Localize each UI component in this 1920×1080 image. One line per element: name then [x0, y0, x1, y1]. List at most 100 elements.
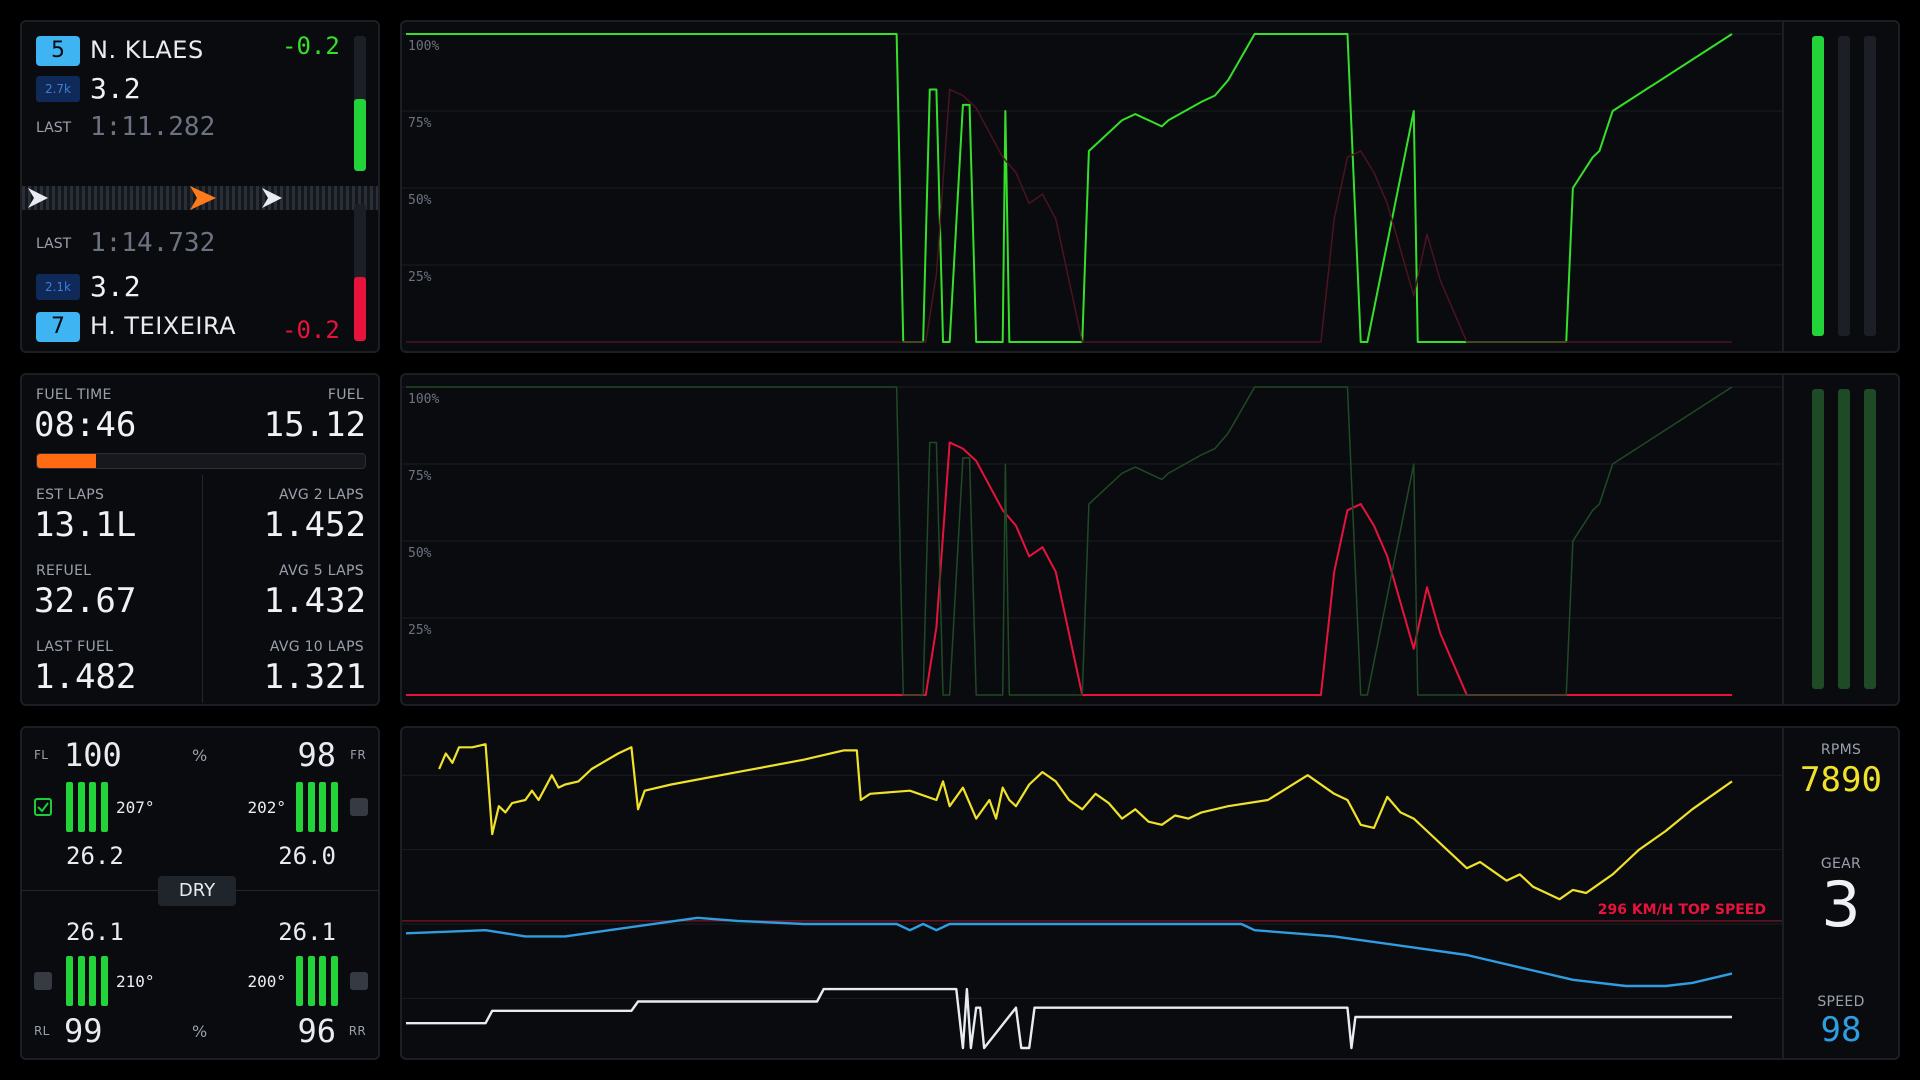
y-tick-label: 50%	[408, 193, 432, 208]
driver-name-ahead[interactable]: N. KLAES	[90, 36, 204, 64]
last-label-behind: LAST	[36, 236, 72, 252]
gap-bar-behind	[354, 204, 366, 341]
top-speed-label: 296 KM/H TOP SPEED	[1597, 902, 1766, 918]
rpm-speed-gear-chart	[402, 743, 1782, 1050]
wear-pct-bottom: %	[192, 1022, 208, 1041]
chevron-right-icon	[28, 188, 48, 208]
throttle-panel: 100% 75% 50% 25%	[400, 20, 1900, 353]
car-ahead-marker[interactable]	[26, 186, 50, 210]
fr-wear: 98	[297, 736, 336, 774]
fl-pressure: 26.2	[66, 842, 124, 870]
fuel-value: 15.12	[263, 405, 366, 445]
last-fuel-value: 1.482	[34, 657, 137, 697]
rl-label: RL	[34, 1024, 50, 1038]
relative-panel: 5 N. KLAES -0.2 2.7k 3.2 LAST 1:11.282 L…	[20, 20, 380, 353]
avg10-value: 1.321	[263, 657, 366, 697]
safety-rating-behind: 3.2	[90, 270, 141, 303]
fl-label: FL	[34, 748, 49, 762]
est-laps-label: EST LAPS	[36, 487, 105, 503]
rr-pressure: 26.1	[278, 918, 336, 946]
avg2-label: AVG 2 LAPS	[279, 487, 364, 503]
rr-wear: 96	[297, 1012, 336, 1050]
rr-checkbox[interactable]	[350, 972, 368, 990]
fl-wear: 100	[64, 736, 122, 774]
avg10-label: AVG 10 LAPS	[269, 639, 364, 655]
fl-temp: 207°	[116, 798, 155, 817]
fuel-level-bar	[36, 453, 366, 469]
fr-pressure: 26.0	[278, 842, 336, 870]
fuel-divider	[202, 475, 203, 703]
y-tick-label: 75%	[408, 116, 432, 131]
series-line-1	[406, 88, 1732, 343]
brake-chart: 100% 75% 50% 25%	[402, 386, 1782, 696]
chevron-right-icon	[262, 188, 282, 208]
y-tick-label: 25%	[408, 623, 432, 638]
fl-checkbox[interactable]	[34, 798, 52, 816]
y-tick-label: 50%	[408, 546, 432, 561]
fuel-time-label: FUEL TIME	[36, 387, 112, 403]
irating-badge-ahead: 2.7k	[36, 76, 80, 102]
throttle-chart: 100% 75% 50% 25%	[402, 33, 1782, 343]
rl-checkbox[interactable]	[34, 972, 52, 990]
series-line-rpms	[438, 743, 1733, 901]
brake-level-bar	[1838, 36, 1850, 336]
rl-pressure: 26.1	[66, 918, 124, 946]
checkbox-icon	[37, 802, 49, 813]
player-marker	[190, 186, 216, 210]
gap-bar-ahead	[354, 36, 366, 171]
tyre-panel: FL 100 % 98 FR 207° 202° 26.2 26.0 DRY 2…	[20, 726, 380, 1060]
irating-badge-behind: 2.1k	[36, 274, 80, 300]
fuel-label: FUEL	[327, 387, 364, 403]
tyre-icon	[66, 782, 108, 832]
rpm-value: 7890	[1800, 760, 1882, 800]
rr-label: RR	[348, 1024, 366, 1038]
rr-temp: 200°	[247, 972, 286, 991]
gear-value: 3	[1821, 868, 1861, 941]
fuel-time-value: 08:46	[34, 405, 137, 445]
throttle-level-bar	[1812, 389, 1824, 689]
rl-temp: 210°	[116, 972, 155, 991]
chart-separator	[1782, 22, 1784, 351]
y-tick-label: 75%	[408, 469, 432, 484]
clutch-level-bar	[1864, 36, 1876, 336]
last-label-ahead: LAST	[36, 120, 72, 136]
compound-badge: DRY	[158, 876, 236, 906]
car-behind-marker[interactable]	[260, 186, 284, 210]
avg5-label: AVG 5 LAPS	[279, 563, 364, 579]
y-tick-label: 100%	[408, 392, 439, 407]
y-tick-label: 25%	[408, 270, 432, 285]
fr-label: FR	[350, 748, 366, 762]
chart-separator	[1782, 375, 1784, 704]
refuel-label: REFUEL	[36, 563, 92, 579]
throttle-level-bar	[1812, 36, 1824, 336]
gap-ahead: -0.2	[282, 32, 340, 60]
fuel-panel: FUEL TIME FUEL 08:46 15.12 EST LAPS 13.1…	[20, 373, 380, 706]
rpm-label: RPMS	[1820, 742, 1862, 758]
chevron-right-icon	[190, 186, 216, 210]
series-line-speed	[405, 916, 1733, 988]
brake-level-bar	[1838, 389, 1850, 689]
tyre-icon	[296, 956, 338, 1006]
wear-pct-top: %	[192, 746, 208, 765]
speed-label: SPEED	[1817, 994, 1865, 1010]
driver-name-behind[interactable]: H. TEIXEIRA	[90, 312, 236, 340]
y-tick-label: 100%	[408, 39, 439, 54]
position-badge-ahead: 5	[36, 36, 80, 66]
refuel-value: 32.67	[34, 581, 137, 621]
tyre-icon	[296, 782, 338, 832]
rl-wear: 99	[64, 1012, 103, 1050]
brake-panel: 100% 75% 50% 25%	[400, 373, 1900, 706]
fr-checkbox[interactable]	[350, 798, 368, 816]
est-laps-value: 13.1L	[34, 505, 137, 545]
fr-temp: 202°	[247, 798, 286, 817]
rpm-speed-panel: 296 KM/H TOP SPEED RPMS 7890 GEAR 3 SPEE…	[400, 726, 1900, 1060]
series-line-0	[406, 441, 1732, 696]
speed-value: 98	[1820, 1010, 1862, 1050]
tyre-icon	[66, 956, 108, 1006]
position-badge-behind: 7	[36, 312, 80, 342]
safety-rating-ahead: 3.2	[90, 72, 141, 105]
avg2-value: 1.452	[263, 505, 366, 545]
last-fuel-label: LAST FUEL	[36, 639, 114, 655]
last-lap-ahead: 1:11.282	[90, 112, 216, 142]
gap-behind: -0.2	[282, 316, 340, 344]
